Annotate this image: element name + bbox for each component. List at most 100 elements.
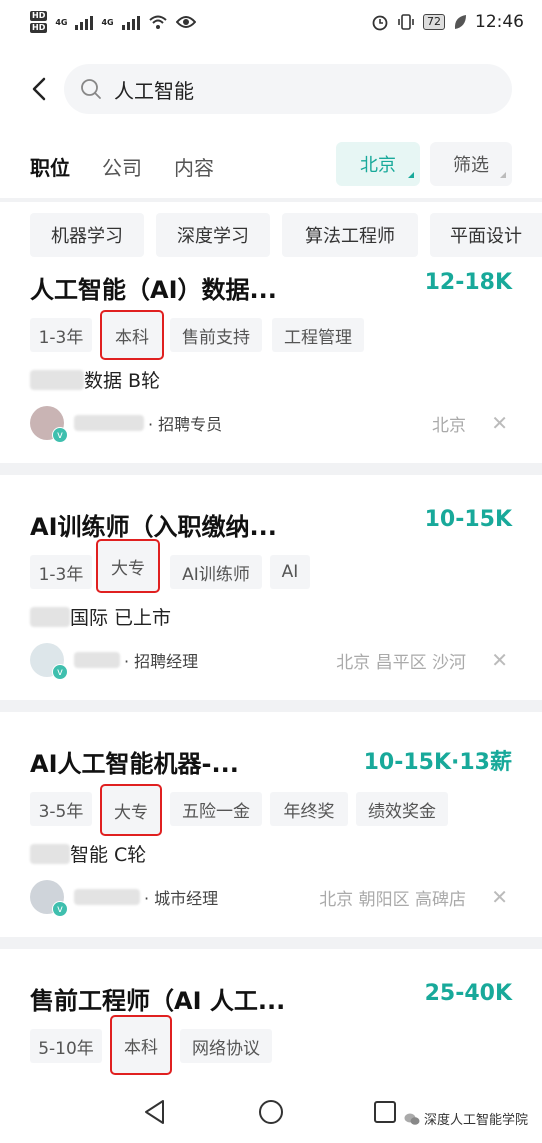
dismiss-icon[interactable]: ✕ xyxy=(491,648,508,672)
job-tag: 售前支持 xyxy=(170,318,262,352)
avatar: v xyxy=(30,880,68,917)
circle-home-icon xyxy=(259,1100,283,1124)
company-info: 国际 已上市 xyxy=(30,603,171,630)
hd-label-2: HD xyxy=(30,23,48,33)
blurred-recruiter-name xyxy=(74,415,144,431)
keyword-chip[interactable]: 深度学习 xyxy=(156,213,270,257)
search-row: 人工智能 xyxy=(0,62,542,116)
job-title: AI人工智能机器-... xyxy=(30,750,239,778)
wechat-icon xyxy=(404,1113,420,1125)
avatar: v xyxy=(30,406,68,443)
network-type-2: 4G xyxy=(101,17,114,27)
job-card[interactable]: 售前工程师（AI 人工... 25-40K 5-10年 本科 网络协议 xyxy=(0,981,542,1085)
tab-content[interactable]: 内容 xyxy=(174,152,214,181)
tab-jobs[interactable]: 职位 xyxy=(30,152,70,181)
job-salary: 12-18K xyxy=(424,270,512,295)
keyword-chip[interactable]: 算法工程师 xyxy=(282,213,418,257)
battery-indicator: 72 xyxy=(423,14,445,30)
corner-triangle-icon xyxy=(408,172,414,178)
company-suffix: 数据 B轮 xyxy=(84,370,161,392)
network-type-1: 4G xyxy=(55,17,68,27)
hd-label-1: HD xyxy=(30,11,48,21)
job-tag-highlighted: 大专 xyxy=(96,539,160,593)
company-info: 数据 B轮 xyxy=(30,366,160,393)
recruiter-row: v · 招聘经理 北京 昌平区 沙河 ✕ xyxy=(30,642,512,680)
screen-filter-button[interactable]: 筛选 xyxy=(430,142,512,186)
keyword-chip[interactable]: 平面设计 xyxy=(430,213,542,257)
alarm-icon xyxy=(372,15,388,31)
job-tag: 五险一金 xyxy=(170,792,262,826)
search-input[interactable]: 人工智能 xyxy=(64,64,512,114)
search-query: 人工智能 xyxy=(114,78,194,103)
job-tag: AI训练师 xyxy=(170,555,262,589)
eye-icon xyxy=(175,16,196,28)
hd-indicator: HD HD xyxy=(30,11,48,33)
job-location: 北京 朝阳区 高碑店 xyxy=(319,889,466,910)
card-separator xyxy=(0,463,542,475)
city-filter-button[interactable]: 北京 xyxy=(336,142,420,186)
search-icon xyxy=(81,79,101,99)
blurred-company-name xyxy=(30,606,70,627)
job-tag-highlighted: 本科 xyxy=(110,1015,172,1075)
blurred-company-name xyxy=(30,843,70,864)
verified-icon: v xyxy=(52,901,68,917)
recruiter-title: · 招聘专员 xyxy=(148,415,223,434)
job-title: 人工智能（AI）数据... xyxy=(30,276,277,304)
signal-icon xyxy=(75,14,94,30)
recruiter-info: · 招聘专员 xyxy=(74,411,222,435)
job-tag: AI xyxy=(270,555,310,589)
avatar: v xyxy=(30,643,68,680)
leaf-icon xyxy=(454,15,466,29)
dismiss-icon[interactable]: ✕ xyxy=(491,885,508,909)
nav-home-button[interactable] xyxy=(256,1097,286,1127)
job-salary: 25-40K xyxy=(424,981,512,1006)
job-tag: 5-10年 xyxy=(30,1029,102,1063)
job-tag: 工程管理 xyxy=(272,318,364,352)
verified-icon: v xyxy=(52,427,68,443)
watermark-text: 深度人工智能学院 xyxy=(424,1113,529,1128)
recruiter-info: · 城市经理 xyxy=(74,885,218,909)
blurred-recruiter-name xyxy=(74,652,120,668)
job-tag: 1-3年 xyxy=(30,318,92,352)
job-tag: 年终奖 xyxy=(270,792,348,826)
card-separator xyxy=(0,937,542,949)
job-tag: 网络协议 xyxy=(180,1029,272,1063)
status-bar: HD HD 4G 4G 72 12:46 xyxy=(0,0,542,44)
job-salary: 10-15K xyxy=(424,507,512,532)
job-location: 北京 xyxy=(432,415,466,436)
card-separator xyxy=(0,700,542,712)
back-button[interactable] xyxy=(16,62,62,116)
keyword-chips: 机器学习 深度学习 算法工程师 平面设计 xyxy=(0,213,542,257)
tab-companies[interactable]: 公司 xyxy=(102,152,142,181)
job-tag: 绩效奖金 xyxy=(356,792,448,826)
wifi-icon xyxy=(148,15,167,29)
company-suffix: 国际 已上市 xyxy=(70,607,172,629)
job-location: 北京 昌平区 沙河 xyxy=(336,652,466,673)
nav-recents-button[interactable] xyxy=(370,1097,400,1127)
recruiter-info: · 招聘经理 xyxy=(74,648,198,672)
divider xyxy=(0,198,542,202)
recruiter-row: v · 招聘专员 北京 ✕ xyxy=(30,405,512,443)
nav-back-button[interactable] xyxy=(140,1097,170,1127)
job-card[interactable]: AI训练师（入职缴纳... 10-15K 1-3年 大专 AI训练师 AI 国际… xyxy=(0,507,542,697)
chevron-left-icon xyxy=(32,77,46,101)
verified-icon: v xyxy=(52,664,68,680)
keyword-chip[interactable]: 机器学习 xyxy=(30,213,144,257)
clock: 12:46 xyxy=(475,12,524,32)
job-salary: 10-15K·13薪 xyxy=(363,750,512,775)
dismiss-icon[interactable]: ✕ xyxy=(491,411,508,435)
corner-triangle-icon xyxy=(500,172,506,178)
job-title: 售前工程师（AI 人工... xyxy=(30,987,286,1015)
company-suffix: 智能 C轮 xyxy=(70,844,147,866)
job-tag: 3-5年 xyxy=(30,792,92,826)
vibrate-icon xyxy=(398,14,414,30)
recruiter-title: · 招聘经理 xyxy=(124,652,199,671)
recruiter-title: · 城市经理 xyxy=(144,889,219,908)
job-card[interactable]: 人工智能（AI）数据... 12-18K 1-3年 本科 售前支持 工程管理 数… xyxy=(0,270,542,460)
city-filter-label: 北京 xyxy=(360,155,396,176)
company-info: 智能 C轮 xyxy=(30,840,146,867)
job-card[interactable]: AI人工智能机器-... 10-15K·13薪 3-5年 大专 五险一金 年终奖… xyxy=(0,744,542,934)
blurred-company-name xyxy=(30,369,84,390)
job-title: AI训练师（入职缴纳... xyxy=(30,513,277,541)
square-recents-icon xyxy=(374,1101,396,1123)
